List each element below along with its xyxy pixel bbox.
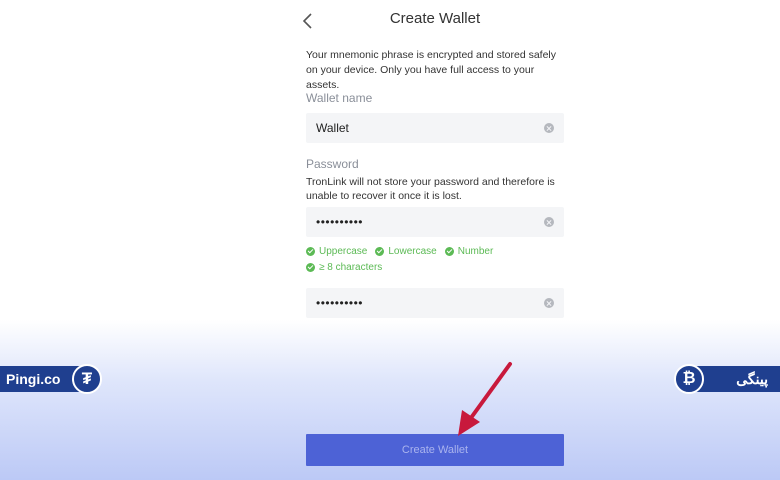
check-circle-icon: [306, 247, 315, 256]
watermark-right: ₿ پینگی: [674, 364, 780, 394]
wallet-name-field[interactable]: [306, 113, 564, 143]
rule-label: ≥ 8 characters: [319, 262, 383, 273]
confirm-password-input[interactable]: [316, 288, 544, 318]
rule-label: Uppercase: [319, 246, 368, 257]
page-title: Create Wallet: [389, 10, 481, 27]
password-rules-row-1: Uppercase Lowercase Number: [306, 246, 493, 257]
intro-text: Your mnemonic phrase is encrypted and st…: [306, 49, 557, 91]
confirm-password-field[interactable]: [306, 288, 564, 318]
bitcoin-icon: ₿: [674, 364, 704, 394]
watermark-left-text: Pingi.co: [6, 371, 61, 387]
rule-label: Number: [457, 246, 494, 257]
password-field[interactable]: [306, 207, 564, 237]
header: Create Wallet: [290, 6, 580, 36]
clear-icon[interactable]: [544, 217, 554, 227]
watermark-left: Pingi.co ₮: [0, 364, 102, 394]
rule-lowercase: Lowercase: [375, 246, 437, 257]
wallet-name-label: Wallet name: [306, 91, 373, 105]
rule-uppercase: Uppercase: [306, 246, 367, 257]
annotation-arrow-icon: [458, 362, 512, 436]
clear-icon[interactable]: [544, 298, 554, 308]
watermark-right-text: پینگی: [736, 370, 768, 387]
create-wallet-screen: Create Wallet Your mnemonic phrase is en…: [0, 0, 780, 480]
password-label: Password: [306, 157, 359, 171]
clear-icon[interactable]: [544, 123, 554, 133]
rule-min-length: ≥ 8 characters: [306, 262, 382, 273]
check-circle-icon: [444, 247, 454, 256]
create-wallet-button[interactable]: Create Wallet: [306, 434, 564, 466]
password-input[interactable]: [316, 207, 544, 237]
rule-label: Lowercase: [388, 246, 437, 257]
tether-icon: ₮: [72, 364, 102, 394]
password-note: TronLink will not store your password an…: [306, 176, 555, 202]
check-circle-icon: [306, 263, 315, 272]
rule-number: Number: [444, 246, 494, 257]
wallet-name-input[interactable]: [316, 113, 544, 143]
password-rules-row-2: ≥ 8 characters: [306, 262, 382, 273]
check-circle-icon: [375, 247, 385, 256]
